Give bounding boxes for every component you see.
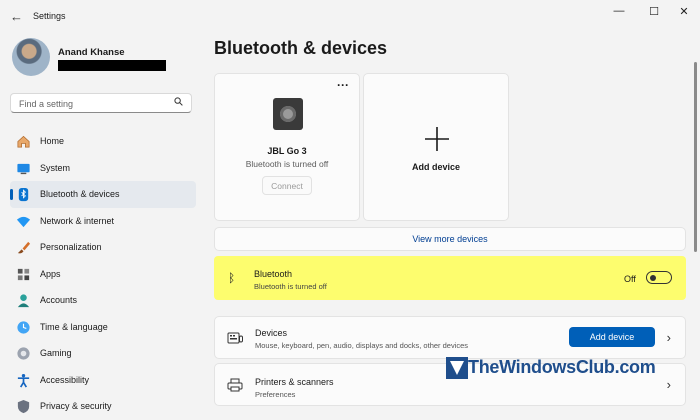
minimize-button[interactable]: — [608,5,630,17]
sidebar-item-gaming[interactable]: Gaming [10,340,196,367]
bluetooth-setting-row[interactable]: ᛒ Bluetooth Bluetooth is turned off Off [214,256,686,300]
search-icon [174,97,183,106]
device-card-jbl[interactable]: ··· JBL Go 3 Bluetooth is turned off Con… [214,73,360,221]
sidebar-item-label: Time & language [40,321,108,332]
maximize-button[interactable]: ☐ [643,5,665,18]
sidebar-item-label: Accessibility [40,374,90,385]
sidebar-item-accounts[interactable]: Accounts [10,287,196,314]
profile-name: Anand Khanse [58,47,125,58]
brush-icon [17,241,31,254]
view-more-devices-link[interactable]: View more devices [214,227,686,251]
system-icon [17,163,30,174]
sidebar-item-home[interactable]: Home [10,128,196,155]
sidebar-item-personalization[interactable]: Personalization [10,234,196,261]
sidebar-item-label: Apps [40,268,61,279]
sidebar-item-privacy[interactable]: Privacy & security [10,393,196,420]
sidebar-item-label: Personalization [40,242,102,252]
window-title: Settings [33,11,66,21]
sidebar-item-label: Home [40,136,65,146]
accessibility-icon [17,373,30,387]
watermark-logo-icon [446,357,468,379]
devices-title: Devices [255,328,288,338]
shield-icon [17,399,30,414]
avatar[interactable] [12,38,50,76]
scrollbar[interactable] [694,62,697,252]
chevron-right-icon: › [666,330,671,345]
sidebar-item-apps[interactable]: Apps [10,261,196,288]
apps-icon [17,268,30,280]
accounts-icon [17,294,30,308]
printers-title: Printers & scanners [255,377,334,387]
devices-row[interactable]: Devices Mouse, keyboard, pen, audio, dis… [214,316,686,359]
back-arrow-icon[interactable]: ← [10,9,23,24]
bluetooth-icon: ᛒ [228,271,236,285]
home-icon [17,135,30,148]
keyboard-icon [227,332,243,344]
sidebar-item-time-language[interactable]: Time & language [10,314,196,341]
bluetooth-subtitle: Bluetooth is turned off [254,282,327,291]
more-options-icon[interactable]: ··· [337,78,349,92]
devices-subtitle: Mouse, keyboard, pen, audio, displays an… [255,341,469,350]
sidebar-item-label: Accounts [40,295,78,305]
selection-indicator [10,189,13,200]
title-bar: ← Settings — ☐ ✕ [0,0,700,32]
sidebar-nav: Home System Bluetooth & devices Network … [10,128,196,420]
bluetooth-toggle[interactable] [646,271,672,284]
add-device-label: Add device [411,162,460,172]
search-input[interactable]: Find a setting [10,93,192,113]
bluetooth-state-label: Off [624,274,636,284]
close-button[interactable]: ✕ [673,5,695,18]
device-status: Bluetooth is turned off [245,159,329,169]
sidebar-item-label: System [40,162,71,173]
add-device-card[interactable]: Add device [363,73,509,221]
watermark-text: TheWindowsClub.com [468,357,656,377]
page-title: Bluetooth & devices [214,38,388,58]
bluetooth-title: Bluetooth [254,269,293,279]
sidebar-item-bluetooth-devices[interactable]: Bluetooth & devices [10,181,196,208]
sidebar-item-system[interactable]: System [10,155,196,182]
printer-icon [227,378,243,392]
globe-clock-icon [17,320,30,334]
plus-icon [425,127,449,151]
printers-subtitle: Preferences [255,390,296,399]
bluetooth-icon [18,187,29,202]
toggle-knob [650,274,656,281]
sidebar-item-network[interactable]: Network & internet [10,208,196,235]
connect-button[interactable]: Connect [262,176,312,195]
sidebar-item-label: Gaming [40,348,72,358]
sidebar-item-accessibility[interactable]: Accessibility [10,367,196,394]
redacted-email [58,60,166,71]
chevron-right-icon: › [666,377,671,392]
sidebar-item-label: Privacy & security [40,401,112,411]
speaker-icon [273,98,303,130]
device-name: JBL Go 3 [267,146,307,156]
gamepad-icon [17,347,30,360]
sidebar-item-label: Bluetooth & devices [40,189,120,199]
search-placeholder: Find a setting [19,99,74,109]
sidebar-item-label: Network & internet [40,215,115,226]
wifi-icon [16,216,31,227]
add-device-button[interactable]: Add device [569,327,655,347]
